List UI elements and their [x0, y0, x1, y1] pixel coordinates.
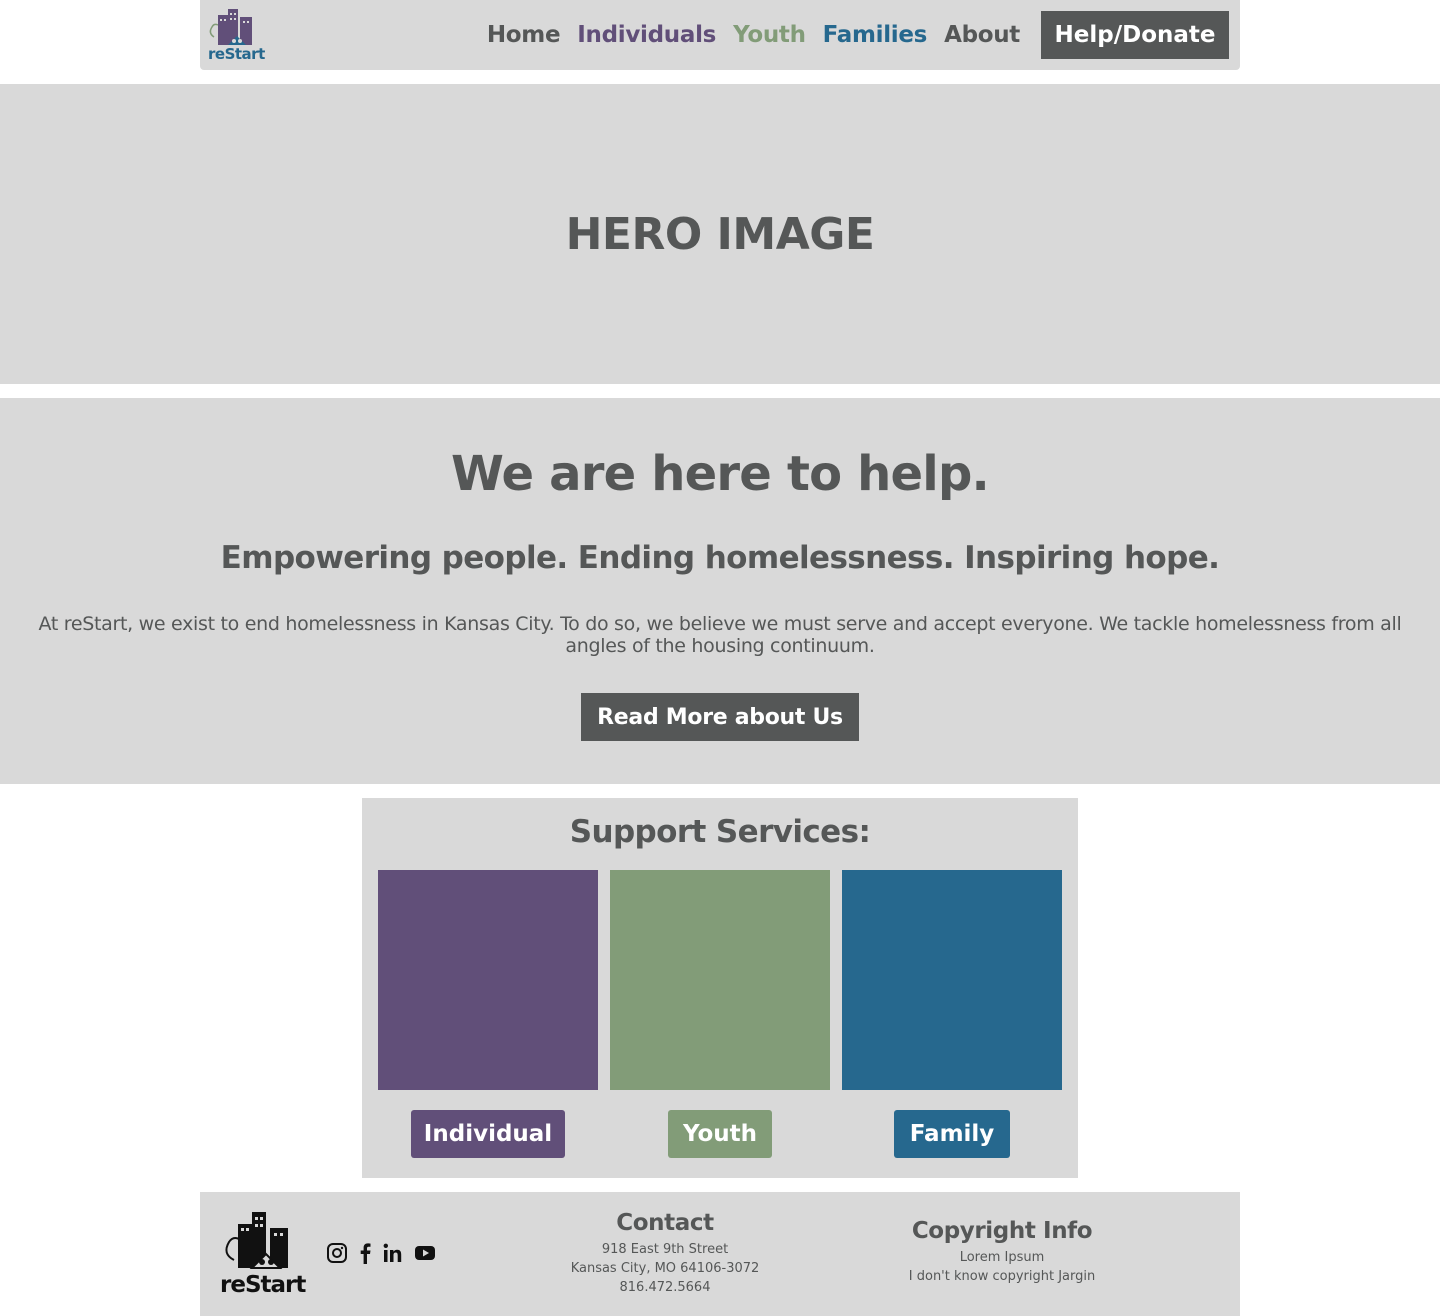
hero-label: HERO IMAGE: [565, 208, 875, 260]
copyright-line-2: I don't know copyright Jargin: [908, 1269, 1096, 1284]
services-title: Support Services:: [569, 814, 871, 850]
youth-tile[interactable]: [610, 870, 830, 1090]
intro-title: We are here to help.: [451, 446, 990, 502]
copyright-block: Copyright Info Lorem Ipsum I don't know …: [872, 1218, 1132, 1286]
nav-families[interactable]: Families: [823, 22, 928, 48]
copyright-heading: Copyright Info: [911, 1218, 1093, 1244]
hero-image-placeholder: HERO IMAGE: [0, 84, 1440, 384]
social-links: [326, 1242, 436, 1264]
nav-about[interactable]: About: [944, 22, 1020, 48]
city-logo-icon: [209, 9, 252, 45]
family-button[interactable]: Family: [894, 1110, 1010, 1158]
footer: reStart Contact 918 East 9th Street Kans…: [200, 1192, 1240, 1316]
support-services: Support Services: Individual Youth Famil…: [362, 798, 1078, 1178]
nav-home[interactable]: Home: [487, 22, 561, 48]
read-more-button[interactable]: Read More about Us: [581, 693, 859, 741]
copyright-line-1: Lorem Ipsum: [959, 1250, 1045, 1265]
facebook-icon[interactable]: [358, 1242, 372, 1264]
family-tile[interactable]: [842, 870, 1062, 1090]
nav-links: Home Individuals Youth Families About: [487, 18, 1020, 52]
contact-block: Contact 918 East 9th Street Kansas City,…: [555, 1210, 775, 1297]
nav-individuals[interactable]: Individuals: [577, 22, 716, 48]
instagram-icon[interactable]: [326, 1242, 348, 1264]
intro-subtitle: Empowering people. Ending homelessness. …: [220, 540, 1220, 576]
individual-button[interactable]: Individual: [411, 1110, 565, 1158]
nav-youth[interactable]: Youth: [733, 22, 806, 48]
footer-logo[interactable]: reStart: [220, 1210, 306, 1298]
top-nav: reStart Home Individuals Youth Families …: [200, 0, 1240, 70]
individual-tile[interactable]: [378, 870, 598, 1090]
contact-phone[interactable]: 816.472.5664: [555, 1278, 775, 1297]
restart-logo[interactable]: reStart: [206, 7, 265, 63]
contact-city: Kansas City, MO 64106-3072: [570, 1261, 760, 1276]
youtube-icon[interactable]: [414, 1242, 436, 1264]
contact-heading: Contact: [616, 1210, 714, 1236]
contact-address: 918 East 9th Street: [601, 1242, 729, 1257]
help-donate-button[interactable]: Help/Donate: [1041, 11, 1229, 59]
intro-body: At reStart, we exist to end homelessness…: [38, 613, 1402, 657]
footer-city-logo-icon: [225, 1212, 288, 1269]
footer-logo-text: reStart: [220, 1272, 306, 1298]
youth-button[interactable]: Youth: [668, 1110, 772, 1158]
logo-text: reStart: [208, 45, 265, 63]
linkedin-icon[interactable]: [382, 1242, 404, 1264]
intro-section: We are here to help. Empowering people. …: [0, 398, 1440, 784]
